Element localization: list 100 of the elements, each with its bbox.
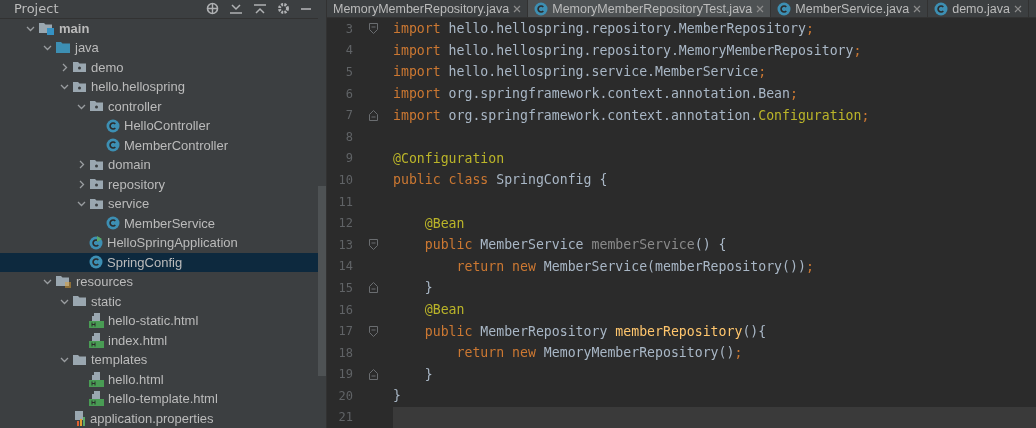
fold-marker-icon[interactable] (368, 282, 378, 294)
tree-item-label: repository (108, 176, 166, 192)
fold-marker-icon[interactable] (368, 325, 378, 337)
html-file-icon (89, 332, 104, 348)
line-number: 20 (337, 388, 353, 403)
package-icon (89, 158, 104, 171)
line-number: 15 (337, 280, 353, 295)
line-number: 12 (337, 216, 353, 231)
tree-item-label: domain (108, 157, 151, 173)
line-number: 21 (337, 410, 353, 425)
line-number: 17 (337, 324, 353, 339)
tree-item-label: HelloSpringApplication (107, 235, 238, 251)
fold-marker-icon[interactable] (368, 368, 378, 380)
tree-row[interactable]: domain (0, 155, 318, 175)
line-number: 4 (344, 43, 353, 58)
close-icon[interactable] (513, 4, 522, 13)
tree-row[interactable]: hello.hellospring (0, 77, 318, 97)
resources-folder-icon (55, 274, 72, 289)
tree-item-label: index.html (108, 332, 168, 348)
editor-tab[interactable]: MemberService.java (771, 0, 929, 17)
line-number: 16 (337, 302, 353, 317)
module-folder-icon (38, 21, 55, 36)
html-file-icon (89, 371, 104, 387)
tree-row[interactable]: SpringConfig (0, 252, 318, 273)
editor-tab[interactable]: demo.java (928, 0, 1029, 17)
chevron-down-icon[interactable] (59, 355, 69, 365)
html-file-icon (89, 313, 104, 329)
class-icon (106, 118, 120, 133)
line-number: 7 (344, 108, 353, 123)
collapse-icon[interactable] (229, 2, 243, 15)
tree-row[interactable]: main (0, 18, 318, 39)
tree-item-label: hello.hellospring (91, 79, 185, 95)
close-icon[interactable] (1013, 4, 1022, 13)
package-icon (72, 80, 87, 93)
tree-item-label: hello-static.html (108, 313, 199, 329)
class-icon (534, 1, 549, 16)
tree-row[interactable]: demo (0, 57, 318, 78)
package-icon (89, 178, 104, 191)
tree-row[interactable]: static (0, 291, 318, 312)
tree-row[interactable]: HelloController (0, 116, 318, 136)
fold-marker-icon[interactable] (368, 109, 378, 121)
expand-icon[interactable] (253, 2, 267, 15)
tree-item-label: demo (91, 59, 124, 75)
tree-row[interactable]: hello.html (0, 369, 318, 390)
package-icon (72, 61, 87, 74)
line-number: 11 (337, 194, 353, 209)
tree-row[interactable]: resources (0, 272, 318, 292)
scrollbar-thumb[interactable] (318, 186, 326, 376)
close-icon[interactable] (756, 4, 765, 13)
tree-item-label: MemberService (124, 215, 216, 231)
class-icon (106, 216, 120, 231)
line-number: 3 (344, 21, 353, 36)
run-class-icon (89, 235, 103, 250)
tree-row[interactable]: service (0, 194, 318, 214)
panel-title: Project (14, 1, 60, 16)
tree-item-label: static (91, 293, 122, 309)
editor-tab[interactable]: MemoryMemberRepositoryTest.java (528, 0, 772, 17)
tree-item-label: controller (108, 98, 162, 114)
folder-icon (55, 41, 71, 55)
tree-row[interactable]: index.html (0, 330, 318, 351)
folder-icon (72, 295, 87, 308)
tree-item-label: service (108, 196, 150, 212)
tree-row[interactable]: MemberService (0, 213, 318, 234)
line-number: 9 (344, 151, 353, 166)
folder-icon (72, 353, 87, 366)
chevron-down-icon[interactable] (76, 199, 86, 209)
tree-row[interactable]: templates (0, 350, 318, 370)
tree-row[interactable]: hello-static.html (0, 311, 318, 331)
line-number: 18 (337, 345, 353, 360)
target-icon[interactable] (206, 2, 219, 16)
tree-row[interactable]: java (0, 38, 318, 58)
tree-item-label: hello.html (108, 371, 164, 387)
package-icon (89, 197, 104, 210)
tree-row[interactable]: hello-template.html (0, 389, 318, 409)
line-number: 14 (337, 259, 353, 274)
tree-item-label: application.properties (90, 410, 214, 426)
tree-item-label: resources (76, 274, 134, 290)
class-icon (106, 138, 120, 153)
fold-marker-icon[interactable] (368, 239, 378, 251)
class-icon (89, 255, 103, 270)
tree-row[interactable]: controller (0, 96, 318, 117)
tree-row[interactable]: repository (0, 174, 318, 195)
tree-item-label: MemberController (124, 137, 229, 153)
tree-row[interactable]: HelloSpringApplication (0, 233, 318, 253)
properties-file-icon (72, 410, 86, 426)
line-number: 8 (344, 129, 353, 144)
tree-row[interactable]: MemberController (0, 135, 318, 156)
line-number: 6 (344, 86, 353, 101)
tree-item-label: java (75, 40, 99, 56)
tree-item-label: HelloController (124, 118, 210, 134)
line-number: 10 (337, 172, 353, 187)
line-number: 19 (337, 367, 353, 382)
settings-icon[interactable] (277, 2, 290, 16)
tree-row[interactable]: application.properties (0, 408, 318, 428)
tree-item-label: main (59, 20, 90, 36)
tree-item-label: templates (91, 352, 148, 368)
fold-marker-icon[interactable] (368, 23, 378, 35)
line-number: 13 (337, 237, 353, 252)
close-icon[interactable] (913, 4, 922, 13)
package-icon (89, 100, 104, 113)
